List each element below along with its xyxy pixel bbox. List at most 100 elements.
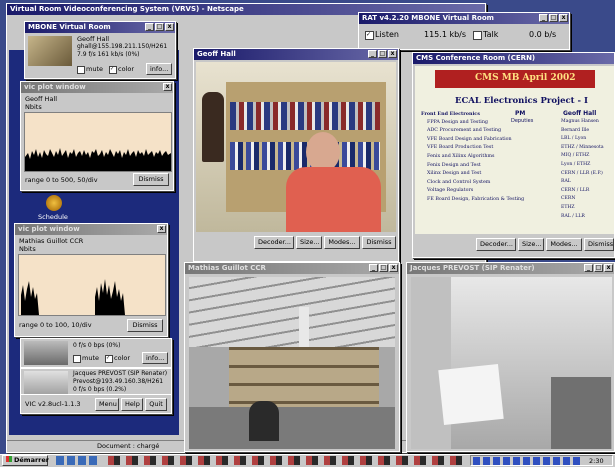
video-window-mathias: Mathias Guillot CCR _ □ x xyxy=(184,262,400,452)
coat xyxy=(202,92,224,162)
info-button[interactable]: info... xyxy=(146,63,172,75)
taskbar-tasks[interactable] xyxy=(108,456,464,465)
close-icon[interactable]: x xyxy=(389,264,398,272)
rat-title: RAT v4.2.20 MBONE Virtual Room xyxy=(362,14,494,22)
close-icon[interactable]: x xyxy=(157,225,166,233)
participant-stats: 7.9 f/s 161 kb/s (0%) xyxy=(77,51,140,58)
talk-checkbox[interactable] xyxy=(473,31,482,40)
slide-right-cell: RAL / LLR xyxy=(561,213,585,219)
shadow xyxy=(551,377,611,449)
listen-checkbox[interactable]: ✓ xyxy=(365,31,374,40)
maximize-icon[interactable]: □ xyxy=(378,50,387,58)
dismiss-button[interactable]: Dismiss xyxy=(133,173,169,186)
mute-checkbox[interactable] xyxy=(73,355,81,363)
minimize-icon[interactable]: _ xyxy=(368,50,377,58)
ceiling xyxy=(189,277,395,347)
video-feed-slide: CMS MB April 2002 ECAL Electronics Proje… xyxy=(415,66,614,234)
maximize-icon[interactable]: □ xyxy=(549,14,558,22)
info-button[interactable]: info... xyxy=(142,352,168,364)
video-titlebar[interactable]: Geoff Hall _ □ x xyxy=(194,49,398,60)
system-tray: 2:30 xyxy=(470,455,613,466)
close-icon[interactable]: x xyxy=(559,14,568,22)
maximize-icon[interactable]: □ xyxy=(379,264,388,272)
plot-window-mathias: vic plot window x Mathias Guillot CCR Nb… xyxy=(14,223,168,337)
mute-checkbox[interactable] xyxy=(77,66,85,74)
slide-right-cell: ETHZ / Minnesota xyxy=(561,144,604,150)
participant-stats: 0 f/s 0 bps (0.2%) xyxy=(73,386,127,393)
plot-titlebar[interactable]: vic plot window x xyxy=(15,224,167,235)
slide-right-cell: CERN / LLR (E.P.) xyxy=(561,170,603,176)
participant-window-geoff: MBONE Virtual Room _ □ x Geoff Hall ghall@… xyxy=(24,21,176,79)
person xyxy=(249,401,279,441)
vic-main-window: VIC v2.8ucl-1.1.3 Menu Help Quit xyxy=(20,394,172,414)
video-button-bar: Decoder... Size... Modes... Dismiss xyxy=(415,238,614,254)
taskbar: Démarrer 2:30 xyxy=(0,454,615,467)
slide-right-cell: MIQ / ETHZ xyxy=(561,153,590,159)
mute-label: mute xyxy=(82,354,99,362)
video-titlebar[interactable]: Jacques PREVOST (SIP Renater) _ □ x xyxy=(407,263,614,274)
color-checkbox[interactable]: ✓ xyxy=(109,66,117,74)
quit-button[interactable]: Quit xyxy=(145,398,167,411)
color-checkbox[interactable]: ✓ xyxy=(105,355,113,363)
schedule-icon[interactable]: Schedule xyxy=(38,195,72,225)
maximize-icon[interactable]: □ xyxy=(155,23,164,31)
dismiss-button[interactable]: Dismiss xyxy=(584,238,614,251)
modes-button[interactable]: Modes... xyxy=(324,236,360,249)
minimize-icon[interactable]: _ xyxy=(145,23,154,31)
participant-name: Jacques PREVOST (SIP Renater) xyxy=(73,370,168,377)
participant-addr: Prevost@193.49.160.38/H261 xyxy=(73,378,164,385)
video-feed xyxy=(189,277,395,449)
maximize-icon[interactable]: □ xyxy=(594,264,603,272)
start-button[interactable]: Démarrer xyxy=(2,455,49,466)
schedule-label: Schedule xyxy=(38,213,68,221)
plot-name: Geoff Hall xyxy=(25,95,58,103)
size-button[interactable]: Size... xyxy=(518,238,544,251)
plot-titlebar[interactable]: vic plot window x xyxy=(21,82,173,93)
tray-icons xyxy=(473,457,581,465)
plot-title: vic plot window xyxy=(18,225,80,233)
participant-thumbnail[interactable] xyxy=(24,341,68,365)
modes-button[interactable]: Modes... xyxy=(546,238,582,251)
histogram-trace xyxy=(95,279,125,315)
books-row xyxy=(230,102,380,130)
slide-title: CMS MB April 2002 xyxy=(475,73,576,83)
close-icon[interactable]: x xyxy=(604,264,613,272)
slide-row: ADC Procurement and Testing xyxy=(427,128,502,134)
video-titlebar[interactable]: CMS Conference Room (CERN) xyxy=(413,53,614,64)
slide-row: Voltage Regulators xyxy=(427,188,474,194)
decoder-button[interactable]: Decoder... xyxy=(476,238,516,251)
slide-row: VFE Board Design and Fabrication xyxy=(427,136,512,142)
video-feed xyxy=(411,277,612,449)
video-title: Geoff Hall xyxy=(197,50,236,58)
video-titlebar[interactable]: Mathias Guillot CCR _ □ x xyxy=(185,263,399,274)
participant-addr: ghall@155.198.211.150/H261 xyxy=(77,43,168,50)
shelves xyxy=(229,347,379,407)
minimize-icon[interactable]: _ xyxy=(584,264,593,272)
plot-range: range 0 to 500, 50/div xyxy=(25,176,98,184)
talk-label: Talk xyxy=(483,30,499,39)
close-icon[interactable]: x xyxy=(388,50,397,58)
mute-label: mute xyxy=(86,65,103,73)
vic-version: VIC v2.8ucl-1.1.3 xyxy=(25,400,81,408)
participant-titlebar[interactable]: MBONE Virtual Room _ □ x xyxy=(25,22,175,33)
close-icon[interactable]: x xyxy=(163,83,172,91)
histogram-svg xyxy=(21,279,125,315)
minimize-icon[interactable]: _ xyxy=(369,264,378,272)
dismiss-button[interactable]: Dismiss xyxy=(362,236,396,249)
color-label: color xyxy=(118,65,135,73)
browser-status-text: Document : chargé xyxy=(97,442,160,450)
size-button[interactable]: Size... xyxy=(296,236,322,249)
slide-right-cell: CERN xyxy=(561,196,576,202)
dismiss-button[interactable]: Dismiss xyxy=(127,319,163,332)
slide-row: Front End Electronics xyxy=(421,111,480,117)
participant-thumbnail[interactable] xyxy=(28,36,72,66)
help-button[interactable]: Help xyxy=(121,398,143,411)
slide-row: Xilinx Design and Test xyxy=(427,171,482,177)
video-title: Mathias Guillot CCR xyxy=(188,264,266,272)
rat-titlebar[interactable]: RAT v4.2.20 MBONE Virtual Room _ □ x xyxy=(359,13,569,24)
schedule-icon-glyph xyxy=(46,195,62,211)
decoder-button[interactable]: Decoder... xyxy=(254,236,294,249)
minimize-icon[interactable]: _ xyxy=(539,14,548,22)
close-icon[interactable]: x xyxy=(165,23,174,31)
menu-button[interactable]: Menu xyxy=(95,398,119,411)
